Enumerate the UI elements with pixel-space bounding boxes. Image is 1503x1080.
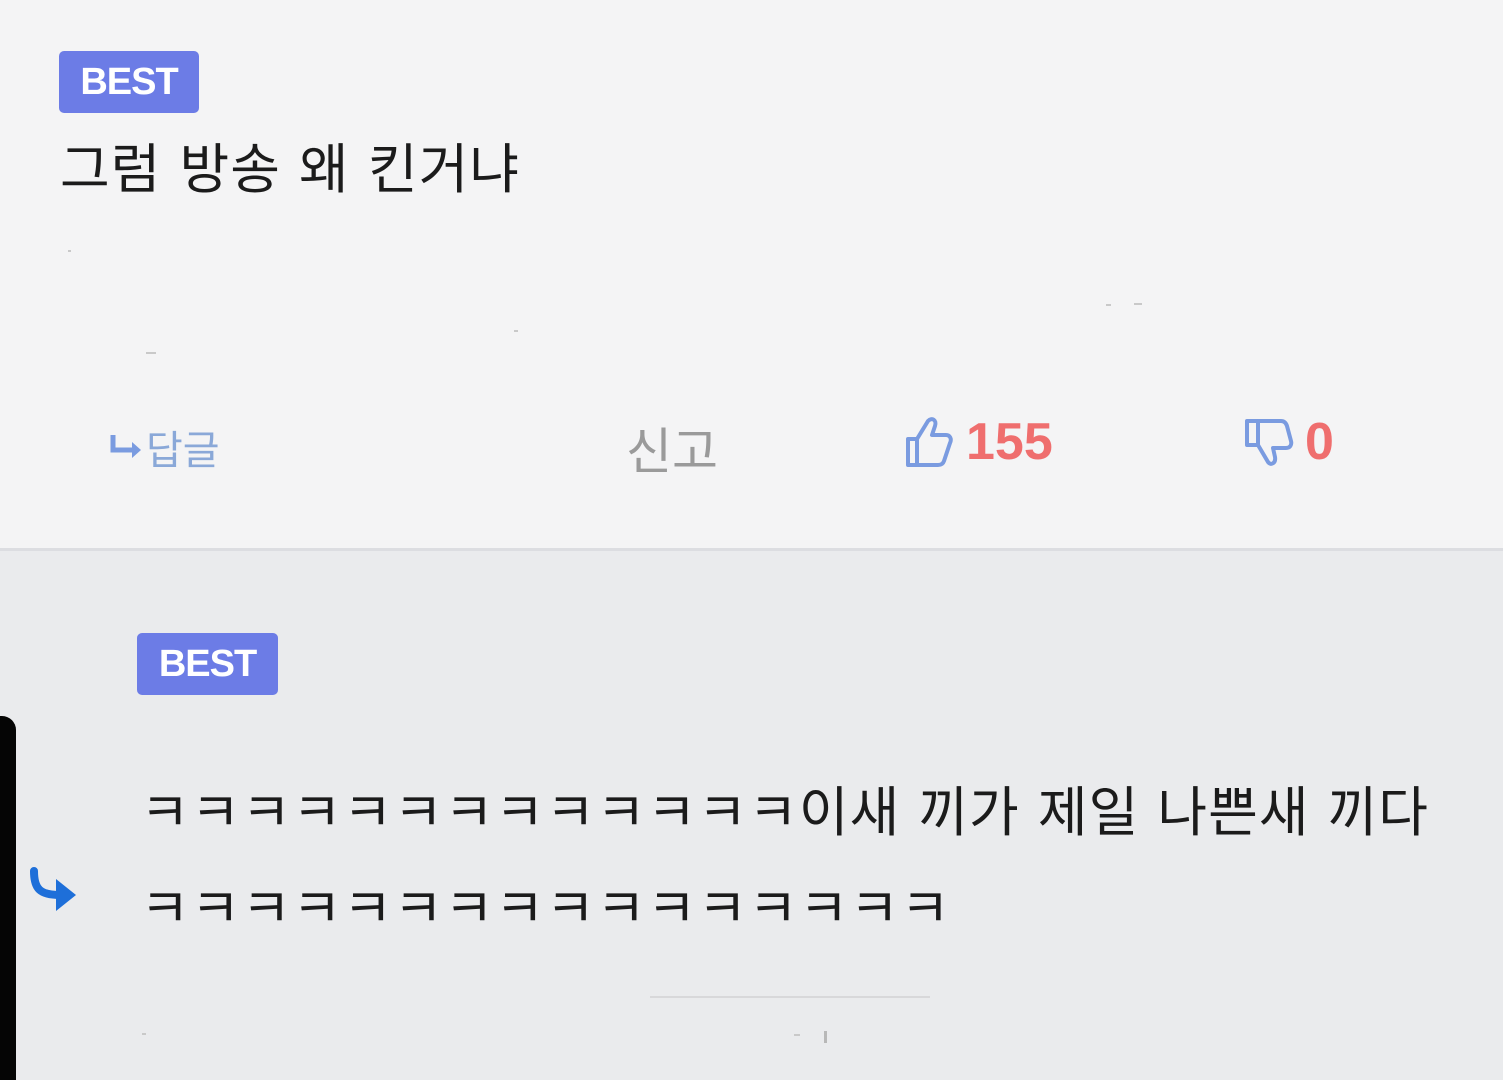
reply-button[interactable]: 답글 [108,418,220,476]
faint-mark [68,250,71,252]
comment-text: 그럼 방송 왜 킨거냐 [60,138,520,201]
thumbs-up-icon [906,417,953,467]
faint-mark [146,352,156,354]
faint-mark [794,1034,800,1036]
faint-mark [514,330,518,332]
report-button[interactable]: 신고 [626,412,718,484]
faint-mark [650,996,930,998]
thumbs-down-icon [1245,419,1294,466]
best-badge: BEST [59,51,199,113]
best-badge: BEST [137,633,278,695]
comment-text: ㅋㅋㅋㅋㅋㅋㅋㅋㅋㅋㅋㅋㅋ이새 끼가 제일 나쁜새 끼다 ㅋㅋㅋㅋㅋㅋㅋㅋㅋㅋㅋ… [140,781,1429,940]
like-button[interactable]: 155 [904,412,1053,472]
reply-arrow-icon [110,435,141,458]
best-reply-comment: BEST ㅋㅋㅋㅋㅋㅋㅋㅋㅋㅋㅋㅋㅋ이새 끼가 제일 나쁜새 끼다 ㅋㅋㅋㅋㅋㅋ… [0,551,1503,1080]
comment-list: BEST 그럼 방송 왜 킨거냐 답글 신고 155 0 BEST ㅋㅋㅋㅋㅋㅋ… [0,0,1503,1080]
best-comment: BEST 그럼 방송 왜 킨거냐 답글 신고 155 0 [0,0,1503,550]
comment-actions: 답글 신고 155 0 [0,400,1503,490]
device-edge [0,716,16,1080]
faint-mark [824,1031,827,1043]
reply-label: 답글 [146,428,220,474]
dislike-count: 0 [1305,413,1334,471]
faint-mark [1134,303,1142,305]
faint-mark [1106,304,1111,306]
dislike-button[interactable]: 0 [1243,412,1334,472]
faint-mark [142,1033,146,1035]
like-count: 155 [966,413,1053,471]
nested-reply-arrow-icon [30,867,76,911]
